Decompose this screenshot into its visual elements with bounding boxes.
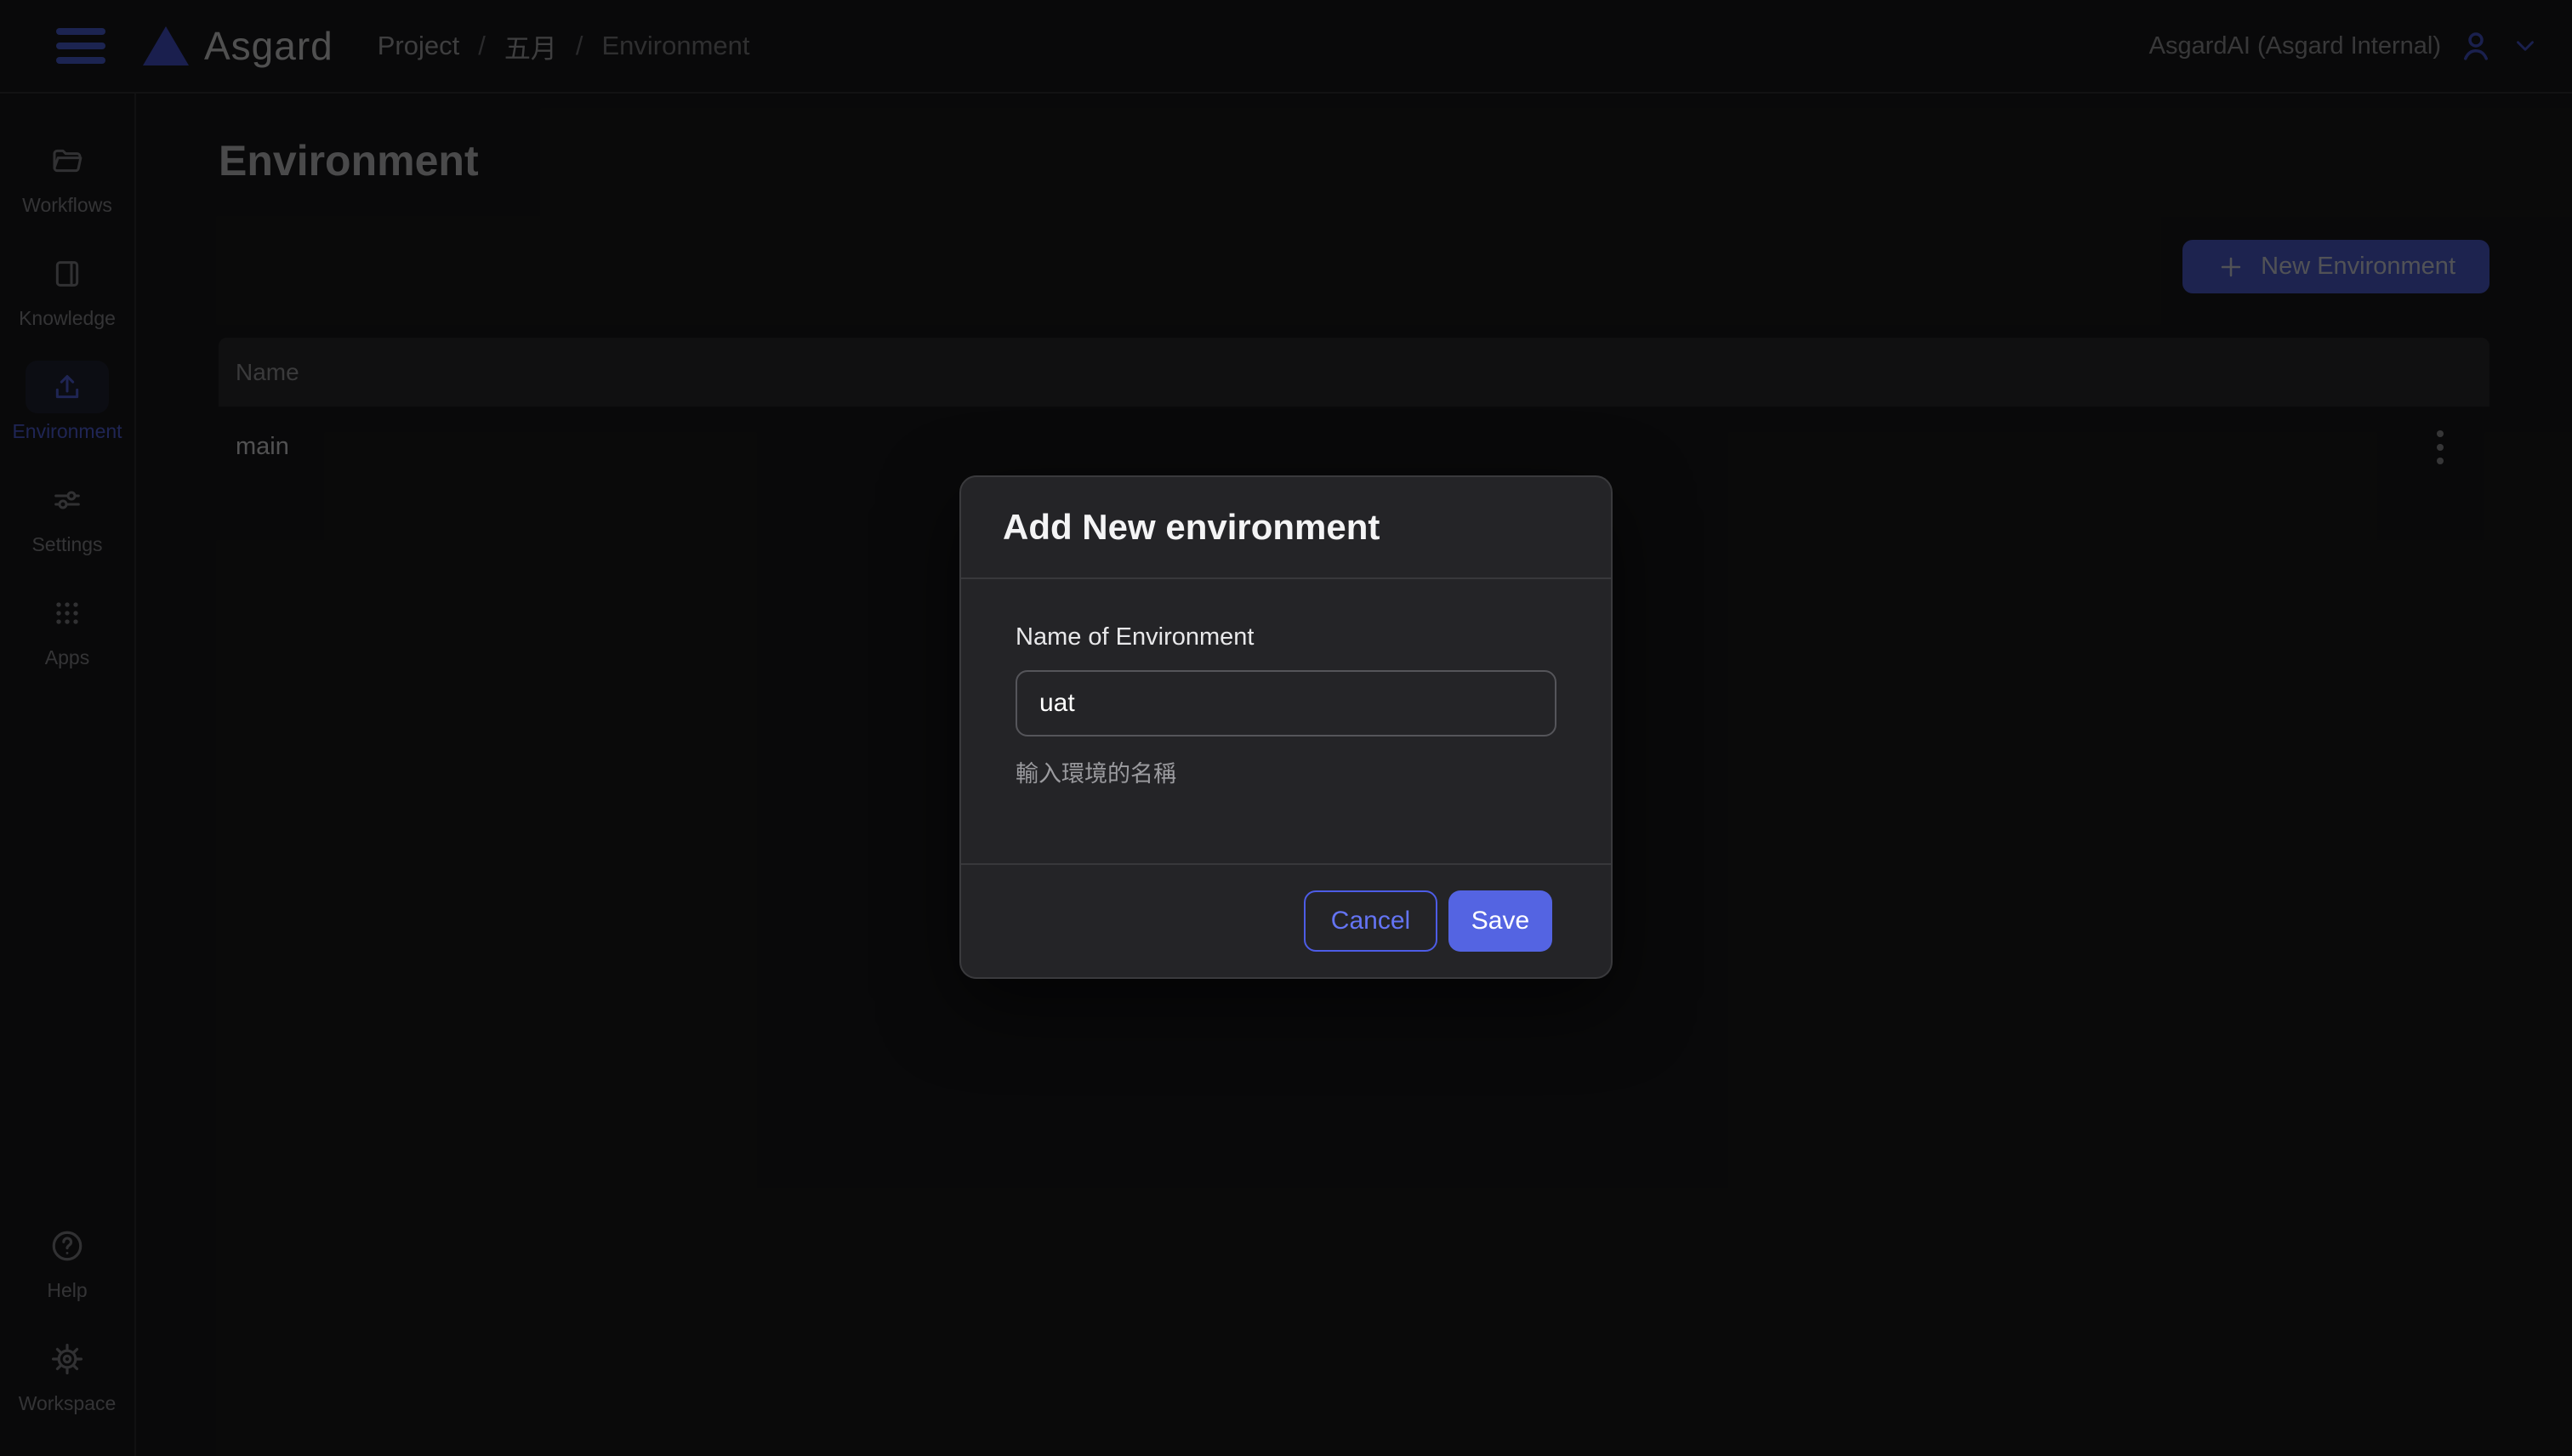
save-button[interactable]: Save — [1448, 890, 1552, 952]
modal-body: Name of Environment 輸入環境的名稱 — [961, 579, 1611, 863]
environment-name-input[interactable] — [1016, 670, 1556, 737]
cancel-button[interactable]: Cancel — [1304, 890, 1437, 952]
environment-name-label: Name of Environment — [1016, 623, 1556, 651]
modal-header: Add New environment — [961, 477, 1611, 579]
environment-name-helper-text: 輸入環境的名稱 — [1016, 755, 1556, 788]
add-environment-modal: Add New environment Name of Environment … — [959, 475, 1613, 979]
modal-footer: Cancel Save — [961, 863, 1611, 977]
modal-title: Add New environment — [1003, 507, 1380, 548]
